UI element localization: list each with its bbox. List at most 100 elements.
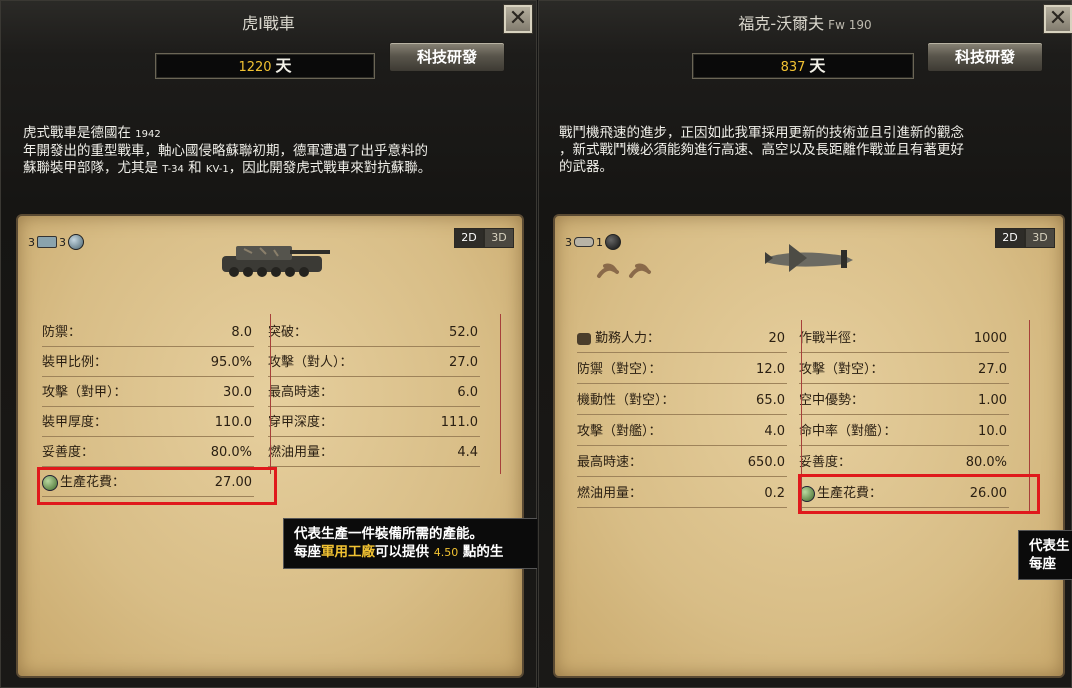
stat-row: 防禦： 8.0 [42,320,254,347]
stat-value: 20 [768,331,785,346]
stat-value: 12.0 [756,362,785,377]
view-toggle[interactable]: 2D 3D [995,228,1055,248]
stat-row: 裝甲比例： 95.0% [42,350,254,377]
stats-parchment: 3 3 2D 3D 防禦： 8.0 突破： 52.0 裝甲比例： 95.0% 攻擊（對人）：… [16,214,524,678]
research-days-value: 837 [780,60,806,75]
stat-row: 突破： 52.0 [268,320,480,347]
close-button[interactable]: ✕ [1043,4,1072,34]
aircraft-count: 3 [565,235,572,249]
tech-research-button[interactable]: 科技研發 [927,42,1043,72]
fw190-plane-icon [765,244,853,272]
panel-title: 虎I戰車 [242,14,295,33]
stat-label: 裝甲比例： [42,355,108,370]
equipment-panel-fw190: 福克-沃爾夫 Fw 190 ✕ 837 天 科技研發 戰鬥機飛速的進步，正因如此我軍… [538,0,1072,688]
toggle-3d-button[interactable]: 3D [484,228,514,248]
weapon-count: 1 [596,235,603,249]
stat-label: 裝甲厚度： [42,415,108,430]
stat-value: 1000 [973,331,1007,346]
stat-row: 攻擊（對人）： 27.0 [268,350,480,377]
stat-label: 穿甲深度： [268,415,334,430]
stat-row: 作戰半徑： 1000 [799,326,1009,353]
stat-label: 妥善度： [42,445,95,460]
stat-label: 攻擊（對空）： [799,362,884,377]
toggle-2d-button[interactable]: 2D [454,228,484,248]
close-button[interactable]: ✕ [503,4,533,34]
stat-value: 4.0 [764,424,785,439]
close-icon: ✕ [1048,6,1068,31]
stat-value: 110.0 [214,415,252,430]
equipment-description: 虎式戰車是德國在 1942 年開發出的重型戰車，軸心國侵略蘇聯初期，德軍遭遇了出… [23,125,432,176]
stat-row: 最高時速： 650.0 [577,450,787,477]
tech-research-button[interactable]: 科技研發 [389,42,505,72]
stat-label: 命中率（對艦）： [799,424,897,439]
research-days-unit: 天 [809,56,826,75]
stat-value: 6.0 [457,385,478,400]
stat-value: 27.0 [449,355,478,370]
stat-value: 1.00 [978,393,1007,408]
stat-row: 命中率（對艦）： 10.0 [799,419,1009,446]
research-days-display: 1220 天 [155,53,375,79]
highlight-production-cost [798,474,1040,514]
stat-label: 防禦（對空）： [577,362,662,377]
stat-value: 650.0 [747,455,785,470]
highlight-production-cost [37,467,277,505]
stat-value: 10.0 [978,424,1007,439]
stat-value: 30.0 [223,385,252,400]
stat-row: 防禦（對空）： 12.0 [577,357,787,384]
unit-badges: 3 1 [565,234,621,250]
stat-value: 95.0% [210,355,252,370]
stat-row: 妥善度： 80.0% [799,450,1009,477]
research-days-value: 1220 [238,60,272,75]
stat-row: 攻擊（對艦）： 4.0 [577,419,787,446]
stat-row: 最高時速： 6.0 [268,380,480,407]
stat-label: 最高時速： [577,455,643,470]
stat-row: 勤務人力： 20 [577,326,787,353]
stat-label: 攻擊（對人）： [268,355,353,370]
stat-value: 8.0 [231,325,252,340]
stat-label: 空中優勢： [799,393,865,408]
stat-label: 燃油用量： [577,486,643,501]
armor-icon [37,236,57,248]
stat-label: 勤務人力： [595,331,661,346]
stats-parchment: 3 1 2D 3D 勤務人力： 20 作戰半徑： 1000 防禦（對空）： 12.0 攻擊（… [553,214,1065,678]
equipment-description: 戰鬥機飛速的進步，正因如此我軍採用更新的技術並且引進新的觀念 ，新式戰鬥機必須能… [559,125,964,175]
tooltip-production-cost: 代表生 每座 [1018,530,1072,580]
stat-value: 65.0 [756,393,785,408]
stat-row: 燃油用量： 4.4 [268,440,480,467]
stat-label: 突破： [268,325,308,340]
stat-label: 機動性（對空）： [577,393,675,408]
stat-row: 攻擊（對空）： 27.0 [799,357,1009,384]
close-icon: ✕ [508,6,528,31]
stat-value: 111.0 [440,415,478,430]
stat-label: 最高時速： [268,385,334,400]
armor-count: 3 [28,235,35,249]
unit-badges: 3 3 [28,234,84,250]
stat-value: 52.0 [449,325,478,340]
stat-label: 防禦： [42,325,82,340]
research-days-unit: 天 [275,56,292,75]
stat-value: 80.0% [210,445,252,460]
stat-value: 27.0 [978,362,1007,377]
equipment-panel-tiger: 虎I戰車 ✕ 1220 天 科技研發 虎式戰車是德國在 1942 年開發出的重型戰… [0,0,537,688]
toggle-3d-button[interactable]: 3D [1025,228,1055,248]
stat-label: 燃油用量： [268,445,334,460]
stat-label: 作戰半徑： [799,331,865,346]
stat-label: 攻擊（對甲）： [42,385,127,400]
mission-type-icons [597,263,651,278]
aircraft-icon [574,237,594,247]
tiger-tank-icon [222,246,330,277]
view-toggle[interactable]: 2D 3D [454,228,514,248]
column-divider [270,314,271,474]
stat-row: 機動性（對空）： 65.0 [577,388,787,415]
stat-label: 攻擊（對艦）： [577,424,662,439]
manpower-icon [577,332,591,345]
stat-row: 燃油用量： 0.2 [577,481,787,508]
stat-row: 裝甲厚度： 110.0 [42,410,254,437]
stat-row: 空中優勢： 1.00 [799,388,1009,415]
stat-label: 妥善度： [799,455,852,470]
column-divider [500,314,501,474]
toggle-2d-button[interactable]: 2D [995,228,1025,248]
shield-count: 3 [59,235,66,249]
stat-row: 妥善度： 80.0% [42,440,254,467]
weapon-icon [605,234,621,250]
